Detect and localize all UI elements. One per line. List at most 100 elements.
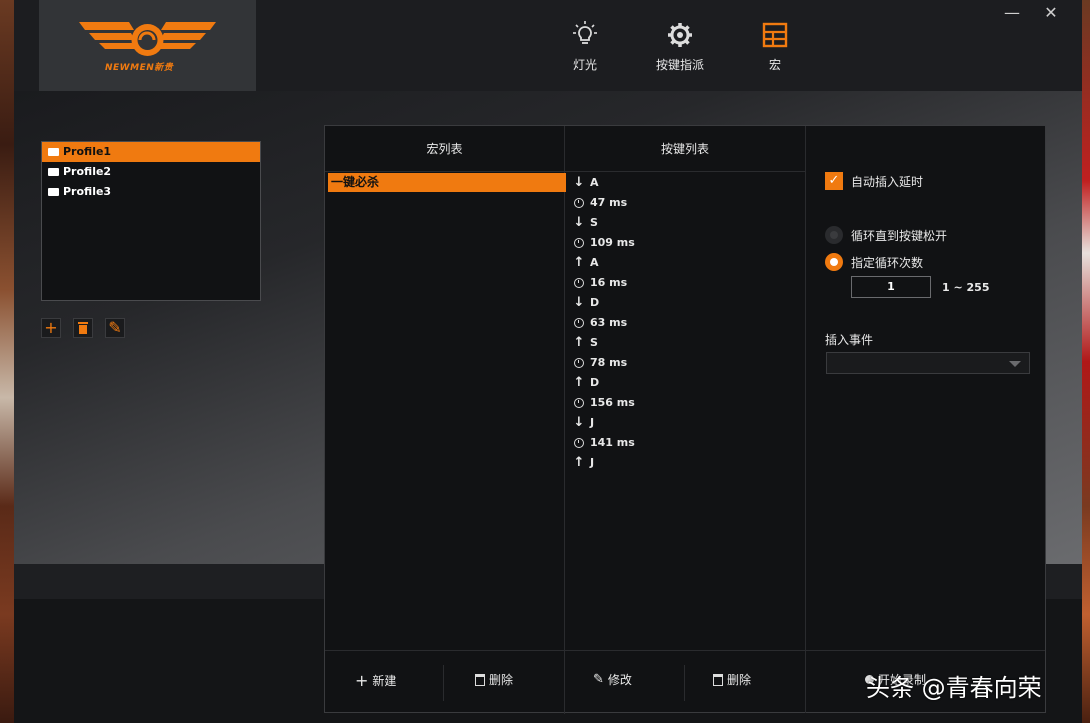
gear-icon xyxy=(668,23,692,47)
delete-macro-button[interactable]: 删除 xyxy=(475,671,513,688)
clock-icon xyxy=(574,358,584,368)
auto-delay-checkbox[interactable]: ✓ xyxy=(825,172,843,190)
key-row[interactable]: ↑ S xyxy=(573,333,803,353)
profile-list: Profile1 Profile2 Profile3 xyxy=(41,141,261,301)
delay-label: 78 ms xyxy=(590,356,628,369)
clock-icon xyxy=(574,438,584,448)
insert-event-label: 插入事件 xyxy=(825,333,874,347)
key-row[interactable]: ↑ D xyxy=(573,373,803,393)
delay-row[interactable]: 109 ms xyxy=(573,233,803,253)
bulb-icon xyxy=(573,21,597,44)
loop-count-input[interactable]: 1 xyxy=(851,276,931,298)
delete-profile-button[interactable] xyxy=(73,318,93,338)
key-label: D xyxy=(590,376,600,389)
arrow-up-icon: ↑ xyxy=(573,335,585,350)
delay-label: 47 ms xyxy=(590,196,628,209)
key-list-header: 按键列表 xyxy=(565,126,805,172)
loop-count-option[interactable]: 指定循环次数 xyxy=(825,253,923,271)
nav-lighting-label: 灯光 xyxy=(572,58,597,72)
profile-label: Profile3 xyxy=(63,185,112,198)
key-row[interactable]: ↓ D xyxy=(573,293,803,313)
key-row[interactable]: ↑ J xyxy=(573,453,803,473)
key-label: D xyxy=(590,296,600,309)
auto-delay-label: 自动插入延时 xyxy=(851,174,924,189)
auto-delay-option[interactable]: ✓ 自动插入延时 xyxy=(825,172,923,190)
delay-label: 156 ms xyxy=(590,396,635,409)
new-macro-label: 新建 xyxy=(372,674,397,688)
arrow-up-icon: ↑ xyxy=(573,455,585,470)
loop-until-release-option[interactable]: 循环直到按键松开 xyxy=(825,226,947,244)
key-label: S xyxy=(590,336,598,349)
delay-label: 63 ms xyxy=(590,316,628,329)
macro-list-item[interactable]: 一键必杀 xyxy=(328,173,566,192)
right-background-art xyxy=(1082,0,1090,723)
column-divider xyxy=(564,126,565,714)
key-label: A xyxy=(590,176,599,189)
clock-icon xyxy=(574,198,584,208)
loop-range-label: 1 ~ 255 xyxy=(942,281,990,294)
folder-icon xyxy=(48,188,59,196)
plus-icon: + xyxy=(355,671,369,690)
edit-profile-button[interactable]: ✎ xyxy=(105,318,125,338)
macro-editor-panel: 宏列表 按键列表 一键必杀 ↓ A 47 ms ↓ S 109 ms ↑ A 16 m… xyxy=(324,125,1046,714)
key-label: J xyxy=(590,416,595,429)
left-background-art xyxy=(0,0,14,723)
trash-icon xyxy=(78,322,88,334)
delay-row[interactable]: 63 ms xyxy=(573,313,803,333)
key-row[interactable]: ↓ J xyxy=(573,413,803,433)
minimize-button[interactable]: — xyxy=(1003,4,1021,22)
profile-item-1[interactable]: Profile1 xyxy=(42,142,260,162)
loop-count-label: 指定循环次数 xyxy=(851,255,924,270)
folder-icon xyxy=(48,168,59,176)
nav-key-assign-label: 按键指派 xyxy=(655,58,704,72)
nav-macro[interactable]: 宏 xyxy=(740,20,810,73)
key-label: A xyxy=(590,256,599,269)
profile-label: Profile2 xyxy=(63,165,112,178)
watermark: 头条 @青春向荣 xyxy=(866,674,1042,702)
arrow-up-icon: ↑ xyxy=(573,375,585,390)
clock-icon xyxy=(574,238,584,248)
loop-until-release-radio[interactable] xyxy=(825,226,843,244)
key-row[interactable]: ↓ S xyxy=(573,213,803,233)
delay-row[interactable]: 78 ms xyxy=(573,353,803,373)
clock-icon xyxy=(574,398,584,408)
delete-macro-label: 删除 xyxy=(489,673,514,687)
chevron-down-icon xyxy=(1009,361,1021,367)
delete-key-label: 删除 xyxy=(727,673,752,687)
insert-event-select[interactable] xyxy=(826,352,1030,374)
grid-icon xyxy=(762,22,788,48)
profile-item-3[interactable]: Profile3 xyxy=(42,182,260,202)
delete-key-button[interactable]: 删除 xyxy=(713,671,751,688)
close-button[interactable]: ✕ xyxy=(1042,4,1060,22)
arrow-up-icon: ↑ xyxy=(573,255,585,270)
column-divider xyxy=(805,651,806,713)
footer-separator xyxy=(684,665,685,701)
key-label: S xyxy=(590,216,598,229)
profile-item-2[interactable]: Profile2 xyxy=(42,162,260,182)
key-row[interactable]: ↓ A xyxy=(573,173,803,193)
delay-row[interactable]: 16 ms xyxy=(573,273,803,293)
nav-lighting[interactable]: 灯光 xyxy=(550,20,620,73)
modify-key-button[interactable]: ✎ 修改 xyxy=(593,671,632,688)
arrow-down-icon: ↓ xyxy=(573,175,585,190)
wings-logo-icon xyxy=(79,22,216,56)
clock-icon xyxy=(574,318,584,328)
loop-count-radio[interactable] xyxy=(825,253,843,271)
footer-separator xyxy=(443,665,444,701)
brand-logo: NEWMEN新贵 xyxy=(39,0,256,91)
nav-key-assign[interactable]: 按键指派 xyxy=(645,20,715,73)
delay-row[interactable]: 156 ms xyxy=(573,393,803,413)
profile-label: Profile1 xyxy=(63,145,112,158)
delay-row[interactable]: 47 ms xyxy=(573,193,803,213)
add-profile-button[interactable]: + xyxy=(41,318,61,338)
delay-label: 109 ms xyxy=(590,236,635,249)
new-macro-button[interactable]: + 新建 xyxy=(355,671,396,690)
nav-macro-label: 宏 xyxy=(768,58,781,72)
arrow-down-icon: ↓ xyxy=(573,215,585,230)
key-row[interactable]: ↑ A xyxy=(573,253,803,273)
delay-row[interactable]: 141 ms xyxy=(573,433,803,453)
trash-icon xyxy=(713,673,723,686)
trash-icon xyxy=(475,673,485,686)
clock-icon xyxy=(574,278,584,288)
key-list: ↓ A 47 ms ↓ S 109 ms ↑ A 16 ms ↓ D 63 ms ↑ S … xyxy=(573,173,803,473)
